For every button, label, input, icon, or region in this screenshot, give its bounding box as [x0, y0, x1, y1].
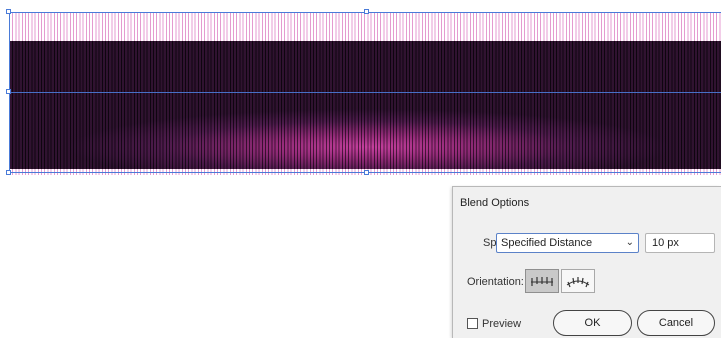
- align-to-page-button[interactable]: [525, 269, 559, 293]
- spacing-select[interactable]: Specified Distance ⌄: [496, 233, 639, 253]
- handle-top-left[interactable]: [6, 9, 11, 14]
- handle-bottom-left[interactable]: [6, 170, 11, 175]
- handle-middle-left[interactable]: [6, 89, 11, 94]
- handle-top-middle[interactable]: [364, 9, 369, 14]
- selection-bounding-box[interactable]: [9, 12, 721, 173]
- artboard-canvas[interactable]: [0, 0, 721, 180]
- align-to-page-icon: [531, 277, 553, 286]
- preview-checkbox[interactable]: [467, 318, 478, 329]
- spacing-select-value: Specified Distance: [501, 237, 593, 249]
- cancel-button[interactable]: Cancel: [637, 310, 715, 336]
- ok-button[interactable]: OK: [553, 310, 632, 336]
- chevron-down-icon: ⌄: [625, 237, 634, 248]
- handle-bottom-middle[interactable]: [364, 170, 369, 175]
- preview-label[interactable]: Preview: [482, 318, 521, 330]
- orientation-label: Orientation:: [467, 276, 524, 288]
- align-to-path-icon: [566, 277, 590, 288]
- dialog-title: Blend Options: [460, 197, 530, 209]
- align-to-path-button[interactable]: [561, 269, 595, 293]
- spacing-distance-input[interactable]: 10 px: [645, 233, 715, 253]
